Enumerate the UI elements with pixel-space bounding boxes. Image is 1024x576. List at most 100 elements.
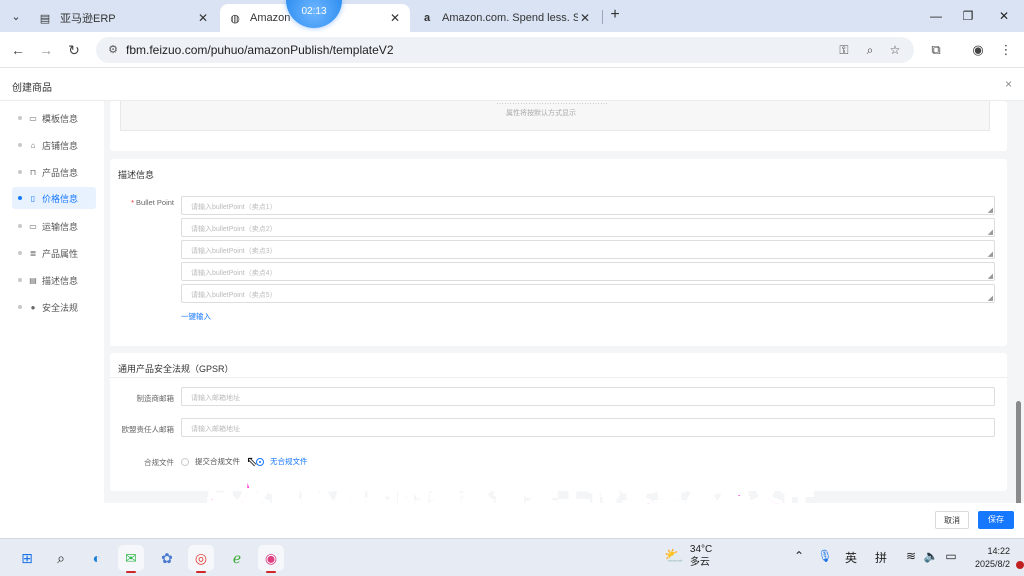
- close-icon[interactable]: ✕: [578, 11, 592, 25]
- forward-arrow-icon[interactable]: →: [36, 40, 56, 60]
- edge-browser-icon[interactable]: ◐: [84, 545, 110, 571]
- close-icon[interactable]: ✕: [388, 11, 402, 25]
- close-icon[interactable]: ×: [1005, 77, 1012, 91]
- restore-icon[interactable]: ❐: [958, 6, 978, 26]
- radio-label: 无合规文件: [270, 457, 308, 466]
- wechat-icon[interactable]: ✉: [118, 545, 144, 573]
- back-arrow-icon[interactable]: ←: [8, 40, 28, 60]
- sidebar-item-store[interactable]: ⌂ 店铺信息: [12, 134, 96, 156]
- window-close-icon[interactable]: ✕: [994, 6, 1014, 26]
- resize-grip-icon[interactable]: ◢: [988, 295, 993, 302]
- sidebar-item-safety[interactable]: ● 安全法规: [12, 296, 96, 318]
- running-indicator: [196, 571, 206, 573]
- radio-no-compliance[interactable]: 无合规文件: [256, 456, 308, 467]
- placeholder: 请输入bulletPoint（卖点2）: [191, 226, 277, 233]
- placeholder: 请输入bulletPoint（卖点5）: [191, 292, 277, 299]
- globe-icon: ◍: [230, 12, 240, 25]
- notice-text: 属性将按默认方式显示: [506, 110, 576, 117]
- placeholder: 请输入bulletPoint（卖点1）: [191, 204, 277, 211]
- resize-grip-icon[interactable]: ◢: [988, 229, 993, 236]
- bullet-point-5-input[interactable]: 请输入bulletPoint（卖点5） ◢: [181, 284, 995, 303]
- settings-flower-icon[interactable]: ✿: [154, 545, 180, 571]
- tab-search-chevron-icon[interactable]: ⌄: [6, 6, 26, 26]
- reload-icon[interactable]: ↻: [64, 40, 84, 60]
- more-menu-icon[interactable]: ⋮: [996, 40, 1016, 60]
- ime-language[interactable]: 英: [842, 549, 860, 566]
- resize-grip-icon[interactable]: ◢: [988, 251, 993, 258]
- site-settings-icon[interactable]: ⚙: [105, 42, 121, 58]
- notification-dot: [1016, 561, 1024, 569]
- bullet-dot: [18, 224, 22, 228]
- sidebar-item-description[interactable]: ▤ 描述信息: [12, 269, 96, 291]
- sidebar-item-shipping[interactable]: ▭ 运输信息: [12, 215, 96, 237]
- cancel-button[interactable]: 取消: [935, 511, 969, 529]
- profile-icon[interactable]: ◉: [968, 40, 988, 60]
- bullet-point-1-input[interactable]: 请输入bulletPoint（卖点1） ◢: [181, 196, 995, 215]
- amazon-a-icon: a: [423, 12, 431, 24]
- new-tab-plus-icon[interactable]: +: [606, 6, 624, 24]
- bullet-dot: [18, 278, 22, 282]
- bullet-point-2-input[interactable]: 请输入bulletPoint（卖点2） ◢: [181, 218, 995, 237]
- wifi-icon[interactable]: ≋: [902, 549, 920, 563]
- bullet-dot: [18, 170, 22, 174]
- volume-muted-icon[interactable]: 🔈: [922, 549, 940, 563]
- one-click-input-link[interactable]: 一键输入: [181, 311, 211, 322]
- browser-tab-strip: ⌄ ▤ 亚马逊ERP ✕ ◍ Amazon ✕ a Amazon.com. Sp…: [0, 0, 1024, 32]
- search-icon[interactable]: ⌕: [48, 545, 74, 571]
- extensions-puzzle-icon[interactable]: ⧉: [926, 40, 946, 60]
- section-title: 通用产品安全法规（GPSR）: [118, 364, 234, 374]
- resize-grip-icon[interactable]: ◢: [988, 273, 993, 280]
- clock-date: 2025/8/2: [974, 559, 1010, 569]
- bullet-dot: [18, 143, 22, 147]
- sidebar-item-product[interactable]: ⊓ 产品信息: [12, 161, 96, 183]
- sidebar-item-template[interactable]: ▭ 模板信息: [12, 107, 96, 129]
- description-card: 描述信息 * Bullet Point 请输入bulletPoint（卖点1） ◢…: [110, 159, 1007, 346]
- bullet-point-4-input[interactable]: 请输入bulletPoint（卖点4） ◢: [181, 262, 995, 281]
- minimize-icon[interactable]: —: [926, 6, 946, 26]
- bullet-dot: [18, 305, 22, 309]
- close-icon[interactable]: ✕: [196, 11, 210, 25]
- sidebar-item-label: 描述信息: [42, 275, 79, 286]
- url-text[interactable]: fbm.feizuo.com/puhuo/amazonPublish/templ…: [126, 43, 394, 57]
- system-clock[interactable]: 14:22 2025/8/2: [950, 545, 1010, 571]
- address-bar[interactable]: ⚙ fbm.feizuo.com/puhuo/amazonPublish/tem…: [96, 37, 914, 63]
- eu-responsible-email-field[interactable]: 请输入邮箱地址: [181, 418, 995, 437]
- clock-time: 14:22: [987, 546, 1010, 556]
- resize-grip-icon[interactable]: ◢: [988, 207, 993, 214]
- ie-browser-icon[interactable]: ℯ: [224, 545, 250, 571]
- zoom-icon[interactable]: ⌕: [862, 42, 878, 58]
- running-indicator: [126, 571, 136, 573]
- radio-label: 提交合规文件: [195, 457, 240, 466]
- price-icon: ▯: [30, 193, 36, 203]
- eu-responsible-email-label: 欧盟责任人邮箱: [121, 425, 175, 434]
- radio-submit-compliance[interactable]: 提交合规文件: [181, 456, 240, 467]
- manufacturer-email-field[interactable]: 请输入邮箱地址: [181, 387, 995, 406]
- ime-mode[interactable]: 拼: [872, 549, 890, 566]
- tray-chevron-up-icon[interactable]: ⌃: [790, 549, 808, 563]
- key-icon[interactable]: ⚿: [836, 42, 852, 58]
- radio-circle[interactable]: [181, 457, 189, 466]
- tab-erp[interactable]: ▤ 亚马逊ERP ✕: [30, 4, 218, 32]
- tab-amazon-com[interactable]: a Amazon.com. Spend less. Sm ✕: [412, 4, 600, 32]
- chrome-icon[interactable]: ◎: [188, 545, 214, 573]
- microphone-icon[interactable]: 🎙: [816, 549, 834, 563]
- weather-widget[interactable]: ⛅ 34°C 多云: [664, 543, 712, 569]
- sidebar-item-label: 模板信息: [42, 113, 79, 124]
- doc-icon: ▭: [29, 113, 37, 123]
- sidebar-item-attributes[interactable]: ≣ 产品属性: [12, 242, 96, 264]
- placeholder: 请输入邮箱地址: [191, 395, 240, 402]
- bullet-point-3-input[interactable]: 请输入bulletPoint（卖点3） ◢: [181, 240, 995, 259]
- bookmark-star-icon[interactable]: ☆: [887, 42, 903, 58]
- sidebar-item-price[interactable]: ▯ 价格信息: [12, 187, 96, 209]
- sidebar-item-label: 产品信息: [42, 167, 79, 178]
- placeholder: 请输入bulletPoint（卖点3）: [191, 248, 277, 255]
- weather-desc: 多云: [689, 557, 710, 568]
- taskbar: ⊞ ⌕ ◐ ✉ ✿ ◎ ℯ ◉ ⛅ 34°C 多云 ⌃ 🎙 英 拼 ≋ 🔈 ▭ …: [0, 538, 1024, 576]
- recorder-app-icon[interactable]: ◉: [258, 545, 284, 573]
- save-button[interactable]: 保存: [978, 511, 1014, 529]
- section-nav: ▭ 模板信息 ⌂ 店铺信息 ⊓ 产品信息 ▯ 价格信息 ▭ 运输信息 ≣ 产品属…: [0, 101, 104, 538]
- placeholder: 请输入bulletPoint（卖点4）: [191, 270, 277, 277]
- sidebar-item-label: 产品属性: [42, 248, 79, 259]
- page-header: 创建商品 ×: [0, 69, 1024, 101]
- windows-start-icon[interactable]: ⊞: [14, 545, 40, 571]
